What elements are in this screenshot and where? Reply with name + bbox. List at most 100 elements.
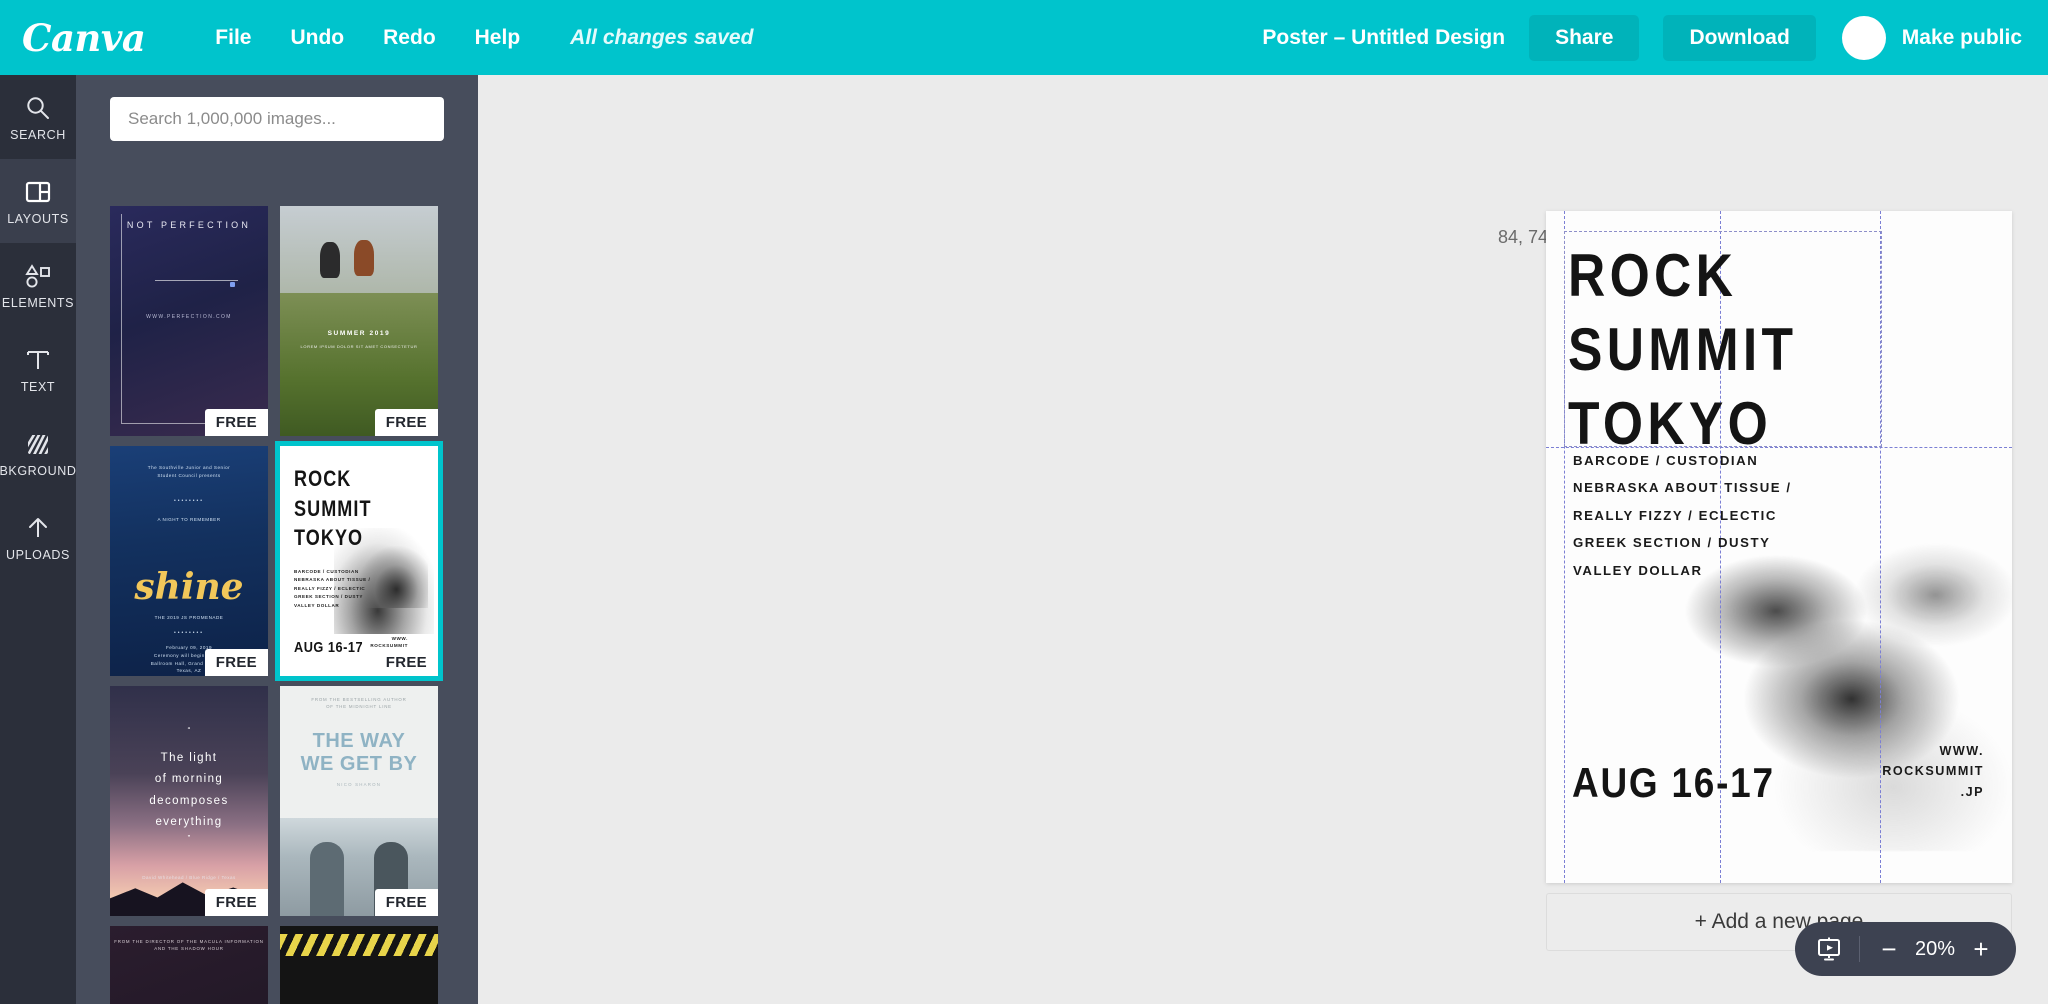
menu-item-file[interactable]: File [215, 26, 251, 50]
search-input[interactable] [110, 97, 444, 141]
menu-item-redo[interactable]: Redo [383, 26, 436, 50]
thumb-figure-left [310, 842, 344, 916]
left-rail: SEARCH LAYOUTS ELEMENTS TEXT BKGROUND UP… [0, 75, 76, 1004]
thumb-title: THE WAY WE GET BY [300, 730, 418, 775]
upload-icon [23, 513, 53, 543]
thumb-caption: FROM THE DIRECTOR OF THE MACULA INFORMAT… [114, 939, 264, 952]
make-public-group: Make public [1841, 15, 2022, 60]
thumb-title: ROCK SUMMIT TOKYO [294, 466, 372, 551]
thumb-inner: FROM THE BESTSELLING AUTHOR OF THE MIDNI… [280, 686, 438, 916]
thumb-accent-dot [230, 282, 235, 287]
sidebar-item-elements[interactable]: ELEMENTS [0, 243, 76, 327]
sidebar-item-bkground[interactable]: BKGROUND [0, 411, 76, 495]
thumb-kicker: A NIGHT TO REMEMBER [157, 517, 221, 522]
thumb-tagline: THE 2019 JS PROMENADE [154, 615, 224, 620]
guide-vertical-right [1880, 211, 1881, 883]
search-bar-wrapper [76, 75, 478, 157]
menu-item-undo[interactable]: Undo [290, 26, 344, 50]
thumb-dots-bottom: •••••••• [173, 630, 204, 636]
page-controls: 1 [2032, 477, 2048, 686]
free-badge: FREE [204, 409, 268, 436]
thumb-quote-text: The light of morning decomposes everythi… [149, 752, 229, 828]
thumb-quote-open: “ [187, 726, 191, 735]
zoom-out-button[interactable]: − [1874, 936, 1904, 962]
thumb-credit: David Whitehead / Blue Ridge / Texas [142, 875, 236, 880]
make-public-button[interactable]: Make public [1902, 26, 2022, 50]
search-icon [23, 93, 53, 123]
thumb-quote-close: ” [187, 834, 191, 843]
sidebar-label-elements: ELEMENTS [1, 295, 75, 310]
layouts-panel: NOT PERFECTION WWW.PERFECTION.COM FREE S… [76, 75, 478, 1004]
template-thumb-the-way-we-get-by[interactable]: FROM THE BESTSELLING AUTHOR OF THE MIDNI… [280, 686, 438, 916]
template-thumb-caution-stripes[interactable] [280, 926, 438, 1004]
top-bar: Canva File Undo Redo Help All changes sa… [0, 0, 2048, 75]
thumb-date: AUG 16-17 [294, 639, 364, 656]
layouts-icon [23, 177, 53, 207]
sidebar-item-text[interactable]: TEXT [0, 327, 76, 411]
zoom-in-button[interactable]: + [1966, 936, 1996, 962]
template-thumb-light-of-morning[interactable]: “ The light of morning decomposes everyt… [110, 686, 268, 916]
thumb-inner [280, 926, 438, 1004]
sidebar-item-search[interactable]: SEARCH [0, 75, 76, 159]
design-title[interactable]: Poster – Untitled Design [1262, 26, 1505, 50]
template-thumb-shine[interactable]: The Southville Junior and Senior Student… [110, 446, 268, 676]
free-badge: FREE [374, 649, 438, 676]
guide-vertical-left [1564, 211, 1565, 883]
thumb-horse-dark [320, 242, 340, 278]
template-thumb-not-perfection[interactable]: NOT PERFECTION WWW.PERFECTION.COM FREE [110, 206, 268, 436]
menu-item-help[interactable]: Help [475, 26, 521, 50]
thumb-inner: FROM THE DIRECTOR OF THE MACULA INFORMAT… [110, 926, 268, 1004]
thumb-caution-stripes [280, 934, 438, 956]
sidebar-label-bkground: BKGROUND [0, 463, 77, 478]
save-status-text: All changes saved [570, 25, 754, 49]
thumb-divider-line [155, 280, 238, 281]
poster-body-text[interactable]: BARCODE / CUSTODIAN NEBRASKA ABOUT TISSU… [1573, 447, 1792, 584]
poster-canvas[interactable]: ROCK SUMMIT TOKYO BARCODE / CUSTODIAN NE… [1546, 211, 2012, 883]
elements-icon [23, 261, 53, 291]
poster-title[interactable]: ROCK SUMMIT TOKYO [1568, 239, 1797, 460]
thumb-title: NOT PERFECTION [126, 220, 252, 230]
thumb-word-shine: shine [134, 566, 244, 608]
sidebar-label-text: TEXT [20, 379, 56, 394]
thumb-inner: The Southville Junior and Senior Student… [110, 446, 268, 676]
coordinate-readout: 84, 74 [1498, 227, 1549, 247]
thumb-author: NICO SHARON [336, 782, 382, 787]
sidebar-item-uploads[interactable]: UPLOADS [0, 495, 76, 579]
free-badge: FREE [374, 409, 438, 436]
sidebar-label-search: SEARCH [10, 127, 66, 142]
poster-date[interactable]: AUG 16-17 [1572, 759, 1775, 807]
sidebar-label-uploads: UPLOADS [6, 547, 70, 562]
template-thumb-from-the-director[interactable]: FROM THE DIRECTOR OF THE MACULA INFORMAT… [110, 926, 268, 1004]
text-icon [23, 345, 53, 375]
thumb-top-caption: FROM THE BESTSELLING AUTHOR OF THE MIDNI… [311, 697, 407, 710]
zoom-level-value: 20% [1914, 937, 1956, 960]
template-thumb-summer-2019[interactable]: SUMMER 2019 LOREM IPSUM DOLOR SIT AMET C… [280, 206, 438, 436]
free-badge: FREE [204, 889, 268, 916]
thumb-body-text: BARCODE / CUSTODIAN NEBRASKA ABOUT TISSU… [294, 569, 371, 608]
thumb-inner: “ The light of morning decomposes everyt… [110, 686, 268, 916]
sidebar-label-layouts: LAYOUTS [7, 211, 69, 226]
free-badge: FREE [204, 649, 268, 676]
thumb-subtitle: WWW.PERFECTION.COM [146, 314, 232, 320]
template-thumbnail-grid: NOT PERFECTION WWW.PERFECTION.COM FREE S… [76, 206, 478, 1004]
thumb-inner: SUMMER 2019 LOREM IPSUM DOLOR SIT AMET C… [280, 206, 438, 436]
poster-url[interactable]: WWW. ROCKSUMMIT .JP [1882, 741, 1984, 803]
top-bar-right-group: Poster – Untitled Design Share Download … [1262, 14, 2022, 61]
sidebar-item-layouts[interactable]: LAYOUTS [0, 159, 76, 243]
thumb-horse-brown [354, 240, 374, 276]
thumb-caption-secondary: LOREM IPSUM DOLOR SIT AMET CONSECTETUR [300, 344, 418, 349]
thumb-caption: SUMMER 2019 [327, 330, 391, 337]
template-thumb-rock-summit-tokyo[interactable]: ROCK SUMMIT TOKYO BARCODE / CUSTODIAN NE… [275, 441, 443, 681]
thumb-header: The Southville Junior and Senior Student… [147, 465, 231, 478]
free-badge: FREE [374, 889, 438, 916]
canvas-area[interactable]: 84, 74 ROCK SUMMIT TOKYO BARCODE / CUSTO… [478, 75, 2048, 1004]
zoom-divider [1859, 936, 1860, 962]
present-icon[interactable] [1815, 935, 1843, 963]
share-button[interactable]: Share [1529, 14, 1640, 61]
zoom-control-bar: − 20% + [1795, 922, 2016, 976]
download-button[interactable]: Download [1663, 14, 1816, 61]
avatar[interactable] [1841, 15, 1886, 60]
canva-logo[interactable]: Canva [22, 16, 146, 60]
thumb-dots-top: •••••••• [173, 498, 204, 504]
thumb-inner: ROCK SUMMIT TOKYO BARCODE / CUSTODIAN NE… [280, 446, 438, 676]
